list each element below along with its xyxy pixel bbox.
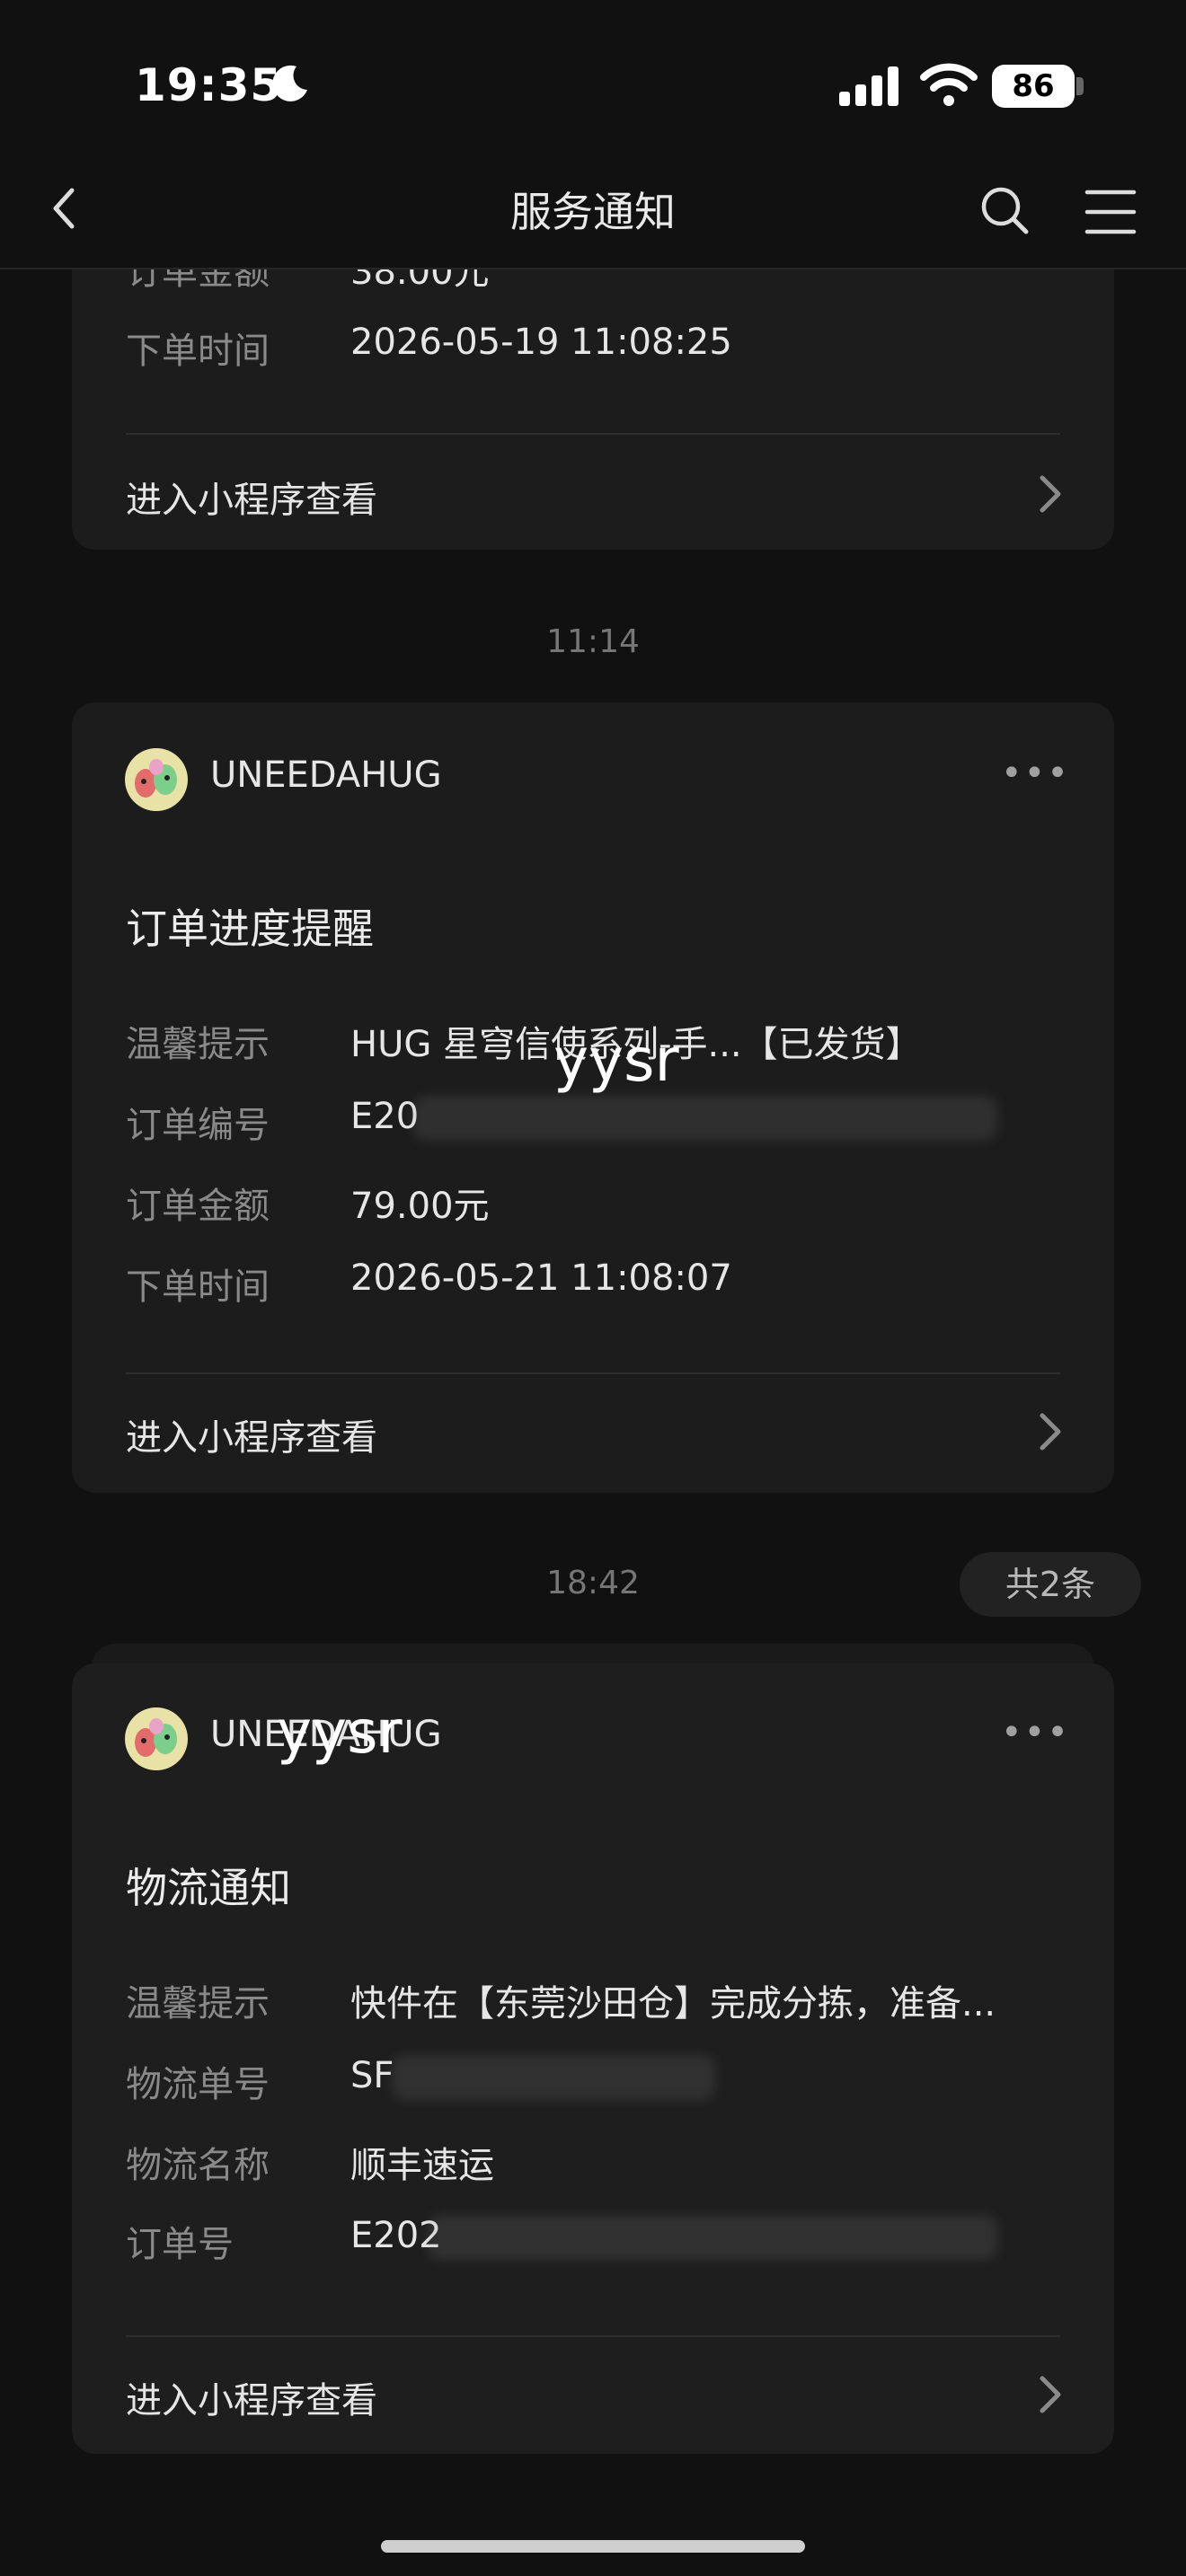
row-value: 79.00元 [350,1186,490,1227]
redacted-blur [392,2055,715,2100]
order-number-value: E20 [350,1096,420,1137]
open-mini-program-link[interactable]: 进入小程序查看 [126,471,377,523]
message-count-badge[interactable]: 共2条 [960,1552,1141,1617]
battery-nub [1076,77,1084,95]
watermark-text: yysr [277,1698,403,1767]
navigation-bar: 服务通知 [0,153,1186,269]
divider [126,433,1060,435]
home-indicator[interactable] [381,2540,805,2553]
search-icon[interactable] [978,183,1031,237]
cellular-signal-icon [839,66,898,106]
row-label: 订单编号 [126,1105,270,1146]
open-mini-program-link[interactable]: 进入小程序查看 [126,2371,377,2423]
brand-avatar-icon [125,1707,188,1770]
row-label: 下单时间 [126,331,270,372]
menu-icon[interactable] [1084,185,1137,239]
status-time: 19:35 [135,59,283,111]
row-value: 顺丰速运 [350,2145,494,2186]
open-mini-program-link[interactable]: 进入小程序查看 [126,1408,377,1460]
notification-card-logistics: UNEEDAHUG yysr ••• 物流通知 温馨提示 快件在【东莞沙田仓】完… [72,1663,1114,2454]
battery-level: 86 [1012,68,1055,104]
row-label: 温馨提示 [126,1983,270,2025]
brand-avatar-icon [125,748,188,811]
redacted-blur [428,2215,997,2260]
divider [126,2335,1060,2337]
chevron-right-icon[interactable] [1031,474,1067,514]
row-label: 物流名称 [126,2145,270,2186]
card-title: 物流通知 [126,1864,291,1912]
row-value: 2026-05-21 11:08:07 [350,1257,732,1299]
row-label: 下单时间 [126,1266,270,1308]
more-options-button[interactable]: ••• [1001,753,1070,794]
chevron-right-icon[interactable] [1031,2375,1067,2414]
row-value: 快件在【东莞沙田仓】完成分拣，准备... [350,1983,996,2025]
moon-icon [272,65,307,101]
divider [126,1372,1060,1374]
brand-name: UNEEDAHUG [210,754,442,796]
wifi-icon [920,63,978,106]
redacted-blur [413,1096,997,1141]
row-label: 订单号 [126,2224,234,2265]
card-title: 订单进度提醒 [126,904,374,953]
row-label: 订单金额 [126,1186,270,1227]
chevron-right-icon[interactable] [1031,1412,1067,1451]
notification-card-order: UNEEDAHUG ••• 订单进度提醒 温馨提示 HUG 星穹信使系列-手..… [72,702,1114,1493]
row-label: 物流单号 [126,2064,270,2105]
watermark-text: yysr [553,1026,679,1095]
time-separator: 11:14 [546,623,640,660]
more-options-button[interactable]: ••• [1001,1712,1070,1753]
row-value: 2026-05-19 11:08:25 [350,322,732,363]
row-label: 温馨提示 [126,1024,270,1065]
tracking-number-value: SF [350,2055,394,2096]
